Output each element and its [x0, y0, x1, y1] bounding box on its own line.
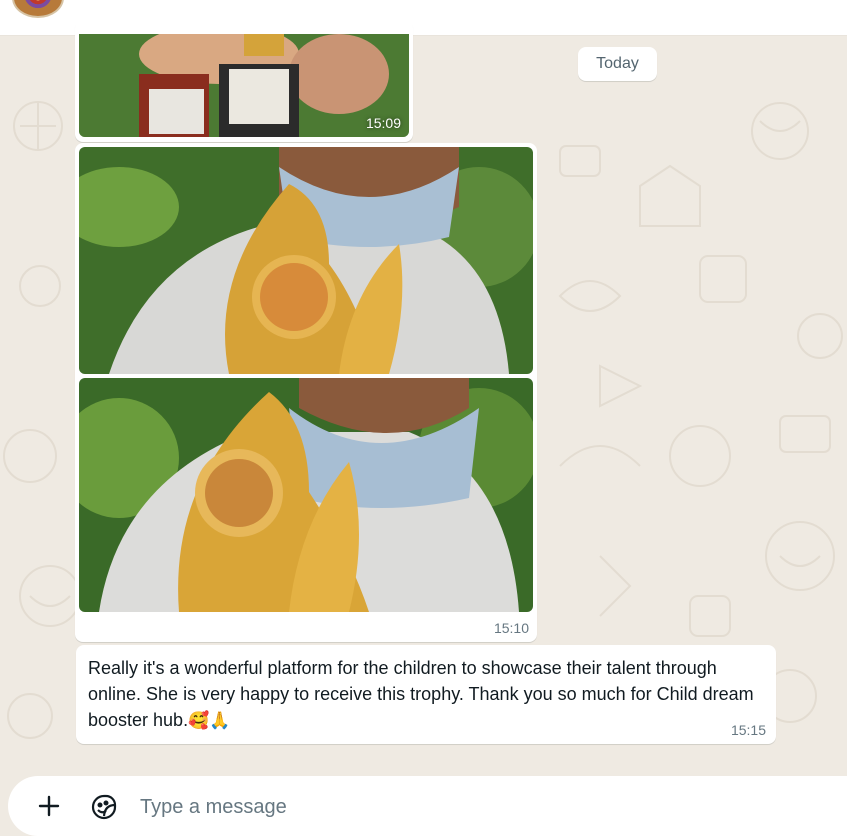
- text-message[interactable]: Really it's a wonderful platform for the…: [76, 645, 776, 744]
- composer-box: [8, 776, 847, 836]
- contact-avatar[interactable]: [12, 0, 64, 18]
- trophy-photo-image: [79, 34, 409, 137]
- sticker-icon[interactable]: [90, 793, 118, 821]
- message-composer: [0, 776, 847, 836]
- child-with-trophy-image-2: [79, 378, 533, 612]
- plus-icon[interactable]: [36, 793, 62, 819]
- message-input[interactable]: [140, 792, 740, 822]
- album-photo-2[interactable]: [79, 378, 533, 612]
- message-text: Really it's a wonderful platform for the…: [88, 655, 758, 734]
- image-album-message[interactable]: 15:10: [75, 143, 537, 642]
- trophy-photo[interactable]: 15:09: [79, 34, 409, 137]
- message-time: 15:10: [493, 620, 529, 636]
- album-photo-1[interactable]: [79, 147, 533, 374]
- emoji: 🥰🙏: [188, 711, 231, 730]
- image-message[interactable]: 15:09: [75, 20, 413, 142]
- message-time: 15:09: [365, 115, 401, 131]
- message-time: 15:15: [730, 722, 766, 738]
- date-divider: Today: [578, 47, 657, 81]
- child-with-trophy-image: [79, 147, 533, 374]
